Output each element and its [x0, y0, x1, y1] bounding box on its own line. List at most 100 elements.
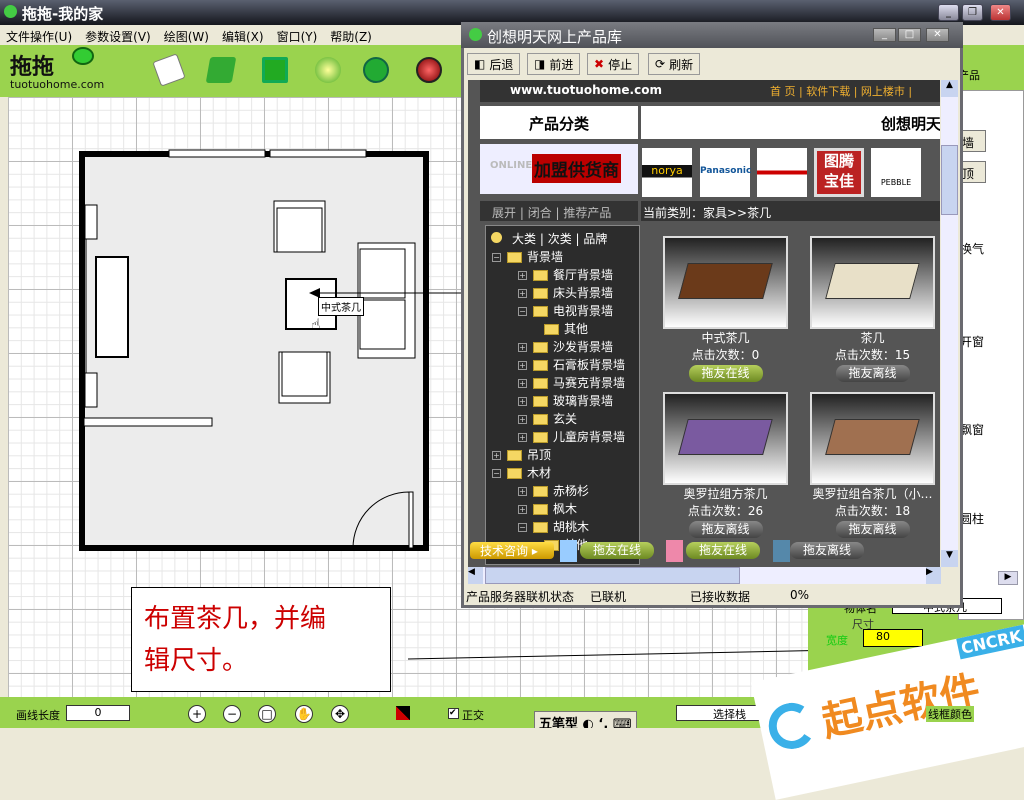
scroll-left-button[interactable]: ◀ — [468, 567, 483, 584]
tree-node[interactable]: − 电视背景墙 — [518, 302, 613, 319]
menu-draw[interactable]: 绘图(W) — [164, 28, 209, 45]
product-name[interactable]: 奥罗拉组合茶几（小… — [810, 485, 935, 502]
product-card[interactable]: 茶几 点击次数：15 拖友离线 — [810, 236, 935, 382]
product-card[interactable]: 中式茶几 点击次数：0 拖友在线 — [663, 236, 788, 382]
expand-toggle-icon[interactable]: + — [518, 379, 527, 388]
expand-toggle-icon[interactable]: − — [492, 253, 501, 262]
pan-hand-icon[interactable]: ✋ — [295, 705, 313, 723]
tree-node[interactable]: + 马赛克背景墙 — [518, 374, 625, 391]
product-image[interactable] — [810, 236, 935, 329]
brand-logo[interactable]: 图腾宝佳 — [814, 148, 864, 197]
line-length-input[interactable]: 0 — [66, 705, 130, 721]
scroll-up-button[interactable]: ▲ — [941, 80, 958, 97]
open-book-icon[interactable] — [205, 57, 237, 83]
scroll-right-button[interactable]: ▶ — [998, 571, 1018, 585]
popup-minimize-button[interactable]: _ — [873, 28, 896, 42]
status-online-button[interactable]: 拖友在线 — [686, 542, 760, 559]
tree-node[interactable]: − 木材 — [492, 464, 551, 481]
owner-status-button[interactable]: 拖友在线 — [688, 365, 763, 382]
menu-file[interactable]: 文件操作(U) — [6, 28, 72, 45]
owner-status-button[interactable]: 拖友离线 — [835, 521, 910, 538]
status-offline-button[interactable]: 拖友离线 — [790, 542, 864, 559]
hand-pointer-icon[interactable] — [315, 57, 341, 83]
expand-toggle-icon[interactable]: + — [518, 505, 527, 514]
item-window[interactable]: 开窗 — [960, 333, 984, 350]
product-name[interactable]: 中式茶几 — [663, 329, 788, 346]
item-column[interactable]: 圆柱 — [960, 510, 984, 527]
scroll-thumb[interactable] — [941, 145, 958, 215]
product-card[interactable]: 奥罗拉组合茶几（小… 点击次数：18 拖友离线 — [810, 392, 935, 538]
expand-toggle-icon[interactable]: + — [518, 487, 527, 496]
vertical-scrollbar[interactable]: ▲ ▼ — [941, 80, 958, 567]
status-online-button[interactable]: 拖友在线 — [580, 542, 654, 559]
brand-logo[interactable]: PEBBLE — [871, 148, 921, 197]
expand-toggle-icon[interactable]: + — [518, 415, 527, 424]
link-home[interactable]: 首 页 — [770, 85, 796, 98]
link-download[interactable]: 软件下载 — [806, 85, 850, 98]
forward-button[interactable]: ◨ 前进 — [527, 53, 581, 75]
product-name[interactable]: 奥罗拉组方茶几 — [663, 485, 788, 502]
product-image[interactable] — [663, 236, 788, 329]
product-image[interactable] — [810, 392, 935, 485]
tab-brand[interactable]: 品牌 — [583, 232, 607, 246]
tech-consult-button[interactable]: 技术咨询 ▸ — [470, 542, 554, 559]
wireframe-color-label[interactable]: 线框颜色 — [926, 706, 974, 722]
expand-toggle-icon[interactable]: + — [518, 397, 527, 406]
item-bay-window[interactable]: 飘窗 — [960, 421, 984, 438]
tree-node[interactable]: + 枫木 — [518, 500, 577, 517]
save-icon[interactable] — [262, 57, 288, 83]
tree-node[interactable]: 其他 — [544, 320, 588, 337]
scroll-down-button[interactable]: ▼ — [941, 550, 958, 567]
popup-close-button[interactable]: ✕ — [926, 28, 949, 42]
brand-logo[interactable]: norya — [642, 148, 692, 197]
stop-button[interactable]: ✖ 停止 — [587, 53, 640, 75]
back-button[interactable]: ◧ 后退 — [467, 53, 521, 75]
tab-minor[interactable]: 次类 — [548, 232, 572, 246]
tree-node[interactable]: + 玻璃背景墙 — [518, 392, 613, 409]
product-card[interactable]: 奥罗拉组方茶几 点击次数：26 拖友离线 — [663, 392, 788, 538]
owner-status-button[interactable]: 拖友离线 — [835, 365, 910, 382]
close-button[interactable]: ✕ — [990, 4, 1011, 21]
refresh-button[interactable]: ⟳ 刷新 — [648, 53, 701, 75]
scroll-right-button[interactable]: ▶ — [926, 567, 941, 584]
expand-link[interactable]: 展开 — [492, 206, 516, 220]
menu-settings[interactable]: 参数设置(V) — [85, 28, 151, 45]
menu-edit[interactable]: 编辑(X) — [222, 28, 264, 45]
width-field[interactable]: 80 — [863, 629, 923, 647]
supplier-banner[interactable]: ONLINE 加盟供货商 — [480, 144, 638, 194]
restore-button[interactable]: ❐ — [962, 4, 983, 21]
tree-node[interactable]: + 玄关 — [518, 410, 577, 427]
brand-logo[interactable] — [757, 148, 807, 197]
product-image[interactable] — [663, 392, 788, 485]
recommended-link[interactable]: 推荐产品 — [563, 206, 611, 220]
link-realestate[interactable]: 网上楼市 — [861, 85, 905, 98]
tree-node[interactable]: + 石膏板背景墙 — [518, 356, 625, 373]
new-icon[interactable] — [152, 53, 186, 87]
tab-major[interactable]: 大类 — [512, 232, 536, 246]
tree-node[interactable]: + 床头背景墙 — [518, 284, 613, 301]
minimize-button[interactable]: _ — [938, 4, 959, 21]
expand-toggle-icon[interactable]: + — [518, 289, 527, 298]
expand-toggle-icon[interactable]: + — [518, 433, 527, 442]
expand-toggle-icon[interactable]: − — [518, 307, 527, 316]
exit-icon[interactable] — [416, 57, 442, 83]
hscroll-thumb[interactable] — [485, 567, 740, 584]
item-vent[interactable]: 换气 — [960, 240, 984, 257]
menu-window[interactable]: 窗口(Y) — [277, 28, 318, 45]
color-icon[interactable] — [396, 706, 410, 720]
expand-toggle-icon[interactable]: + — [518, 361, 527, 370]
refresh-icon[interactable] — [363, 57, 389, 83]
popup-maximize-button[interactable]: □ — [898, 28, 921, 42]
tree-node[interactable]: + 儿童房背景墙 — [518, 428, 625, 445]
move-icon[interactable]: ✥ — [331, 705, 349, 723]
menu-help[interactable]: 帮助(Z) — [330, 28, 372, 45]
tree-node[interactable]: − 背景墙 — [492, 248, 563, 265]
expand-toggle-icon[interactable]: + — [518, 271, 527, 280]
tree-node[interactable]: + 餐厅背景墙 — [518, 266, 613, 283]
fit-window-icon[interactable]: □ — [258, 705, 276, 723]
tree-node[interactable]: + 沙发背景墙 — [518, 338, 613, 355]
tree-node[interactable]: − 胡桃木 — [518, 518, 589, 535]
tree-node[interactable]: + 吊顶 — [492, 446, 551, 463]
horizontal-scrollbar[interactable]: ◀ ▶ — [468, 567, 941, 584]
zoom-in-icon[interactable]: + — [188, 705, 206, 723]
